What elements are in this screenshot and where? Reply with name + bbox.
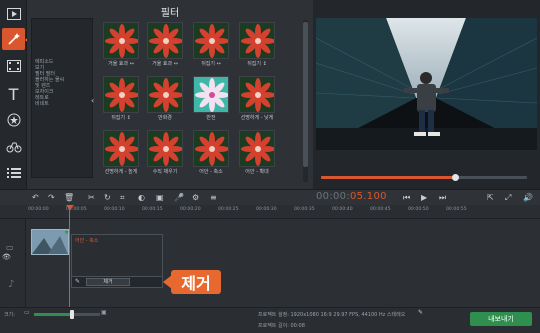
filter-thumbnail[interactable]	[239, 130, 275, 167]
zoom-label: 크기:	[4, 312, 15, 318]
ruler-tick-label: 00:00:40	[332, 207, 353, 212]
ruler-tick-label: 00:00:30	[256, 207, 277, 212]
filter-thumbnail-label: 반전	[206, 115, 216, 121]
undo-icon[interactable]: ↶	[32, 193, 39, 202]
crop-icon[interactable]: ⌗	[120, 193, 125, 203]
filter-thumbnail-label: 수직 채우기	[152, 169, 178, 175]
filter-thumbnail[interactable]	[193, 76, 229, 113]
filter-thumbnail-label: 뒤집기 ↕	[247, 61, 267, 67]
zoom-slider-knob[interactable]	[70, 310, 74, 319]
project-settings-text: 프로젝트 설정: 1920x1080 16:9 29.97 FPS, 44100…	[258, 312, 406, 318]
filter-thumbnail-label: 어안 - 확대	[245, 169, 269, 175]
zoom-slider[interactable]	[34, 313, 100, 316]
filter-thumbnail-label: 거울 효과 ↔	[152, 61, 178, 67]
ruler-tick-label: 00:00:10	[104, 207, 125, 212]
filter-scrollbar[interactable]	[303, 20, 308, 182]
remove-button[interactable]: 제거	[86, 278, 130, 286]
filter-thumbnail[interactable]	[103, 22, 139, 59]
microphone-icon[interactable]: 🎤	[174, 193, 184, 202]
remove-callout-pointer	[163, 275, 172, 289]
filter-thumbnail[interactable]	[147, 130, 183, 167]
playhead[interactable]	[69, 205, 70, 307]
film-icon[interactable]	[2, 55, 25, 77]
timecode-display: 00:00:05.100	[316, 191, 387, 202]
video-editor-window: T 필터 필터 에피소드 보기 필터 필터 블러하는 물씨 및 렌즈 모자이크 …	[0, 0, 540, 333]
video-track-icon[interactable]: ▭	[6, 243, 14, 252]
play-icon[interactable]: ▶	[421, 193, 427, 202]
ruler-tick-label: 00:00:00	[28, 207, 49, 212]
fullscreen-icon[interactable]: ⤢	[505, 193, 511, 203]
filter-thumbnail[interactable]	[193, 130, 229, 167]
filter-thumbnail[interactable]	[147, 22, 183, 59]
previous-frame-icon[interactable]: ⏮	[403, 193, 410, 203]
filter-thumbnail-label: 선명하게 - 높게	[104, 169, 138, 175]
filter-panel: 필터 에피소드 보기 필터 필터 블러하는 물씨 및 렌즈 모자이크 레트로 비…	[27, 0, 313, 189]
transition-icon[interactable]	[2, 136, 25, 158]
playhead-handle[interactable]	[66, 205, 74, 210]
category-item[interactable]: 비네트	[32, 101, 64, 107]
ruler-tick-label: 00:00:15	[142, 207, 163, 212]
rotate-icon[interactable]: ↻	[104, 193, 111, 202]
filter-thumbnail-label: 뒤집기 ↔	[201, 61, 221, 67]
filter-category-list[interactable]: 에피소드 보기 필터 필터 블러하는 물씨 및 렌즈 모자이크 레트로 비네트	[31, 18, 93, 178]
filter-thumbnail[interactable]	[103, 130, 139, 167]
ruler-tick-label: 00:00:20	[180, 207, 201, 212]
more-menu-icon[interactable]	[2, 162, 25, 184]
tool-sidebar: T	[0, 0, 27, 189]
filter-thumbnail-label: 만화경	[158, 115, 172, 121]
settings-gear-icon[interactable]: ⚙	[192, 193, 199, 202]
applied-filter-item[interactable]: 어안 - 축소	[75, 237, 98, 244]
filter-thumbnail-label: 거울 효과 ↔	[108, 61, 134, 67]
ruler-tick-label: 00:00:35	[294, 207, 315, 212]
ruler-tick-label: 00:00:25	[218, 207, 239, 212]
zoom-out-icon[interactable]: ▭	[24, 309, 30, 316]
ruler-tick-label: 00:00:50	[408, 207, 429, 212]
collapse-chevron-icon[interactable]: ‹	[91, 96, 94, 105]
redo-icon[interactable]: ↷	[48, 193, 55, 202]
filter-thumbnail[interactable]	[239, 76, 275, 113]
timeline-ruler[interactable]: 00:00:00 00:00:05 00:00:10 00:00:15 00:00:20…	[0, 205, 540, 219]
project-length-text: 프로젝트 길이: 00:08	[258, 323, 305, 329]
popout-icon[interactable]: ⇱	[487, 193, 494, 202]
media-icon[interactable]	[2, 3, 25, 25]
remove-callout: 제거	[171, 270, 221, 294]
delete-icon[interactable]: 🗑	[64, 193, 74, 202]
volume-icon[interactable]: 🔊	[523, 193, 533, 202]
timeline-toolbar: ↶ ↷ 🗑 ✂ ↻ ⌗ ◐ ▣ 🎤 ⚙ ≡ ⏮ ▶ ⏭ ⇱ ⤢ 🔊	[0, 189, 540, 205]
music-note-icon[interactable]: ♪	[8, 279, 14, 290]
filter-thumbnail-label: 어안 - 축소	[199, 169, 223, 175]
playback-progress-bar[interactable]	[321, 174, 527, 181]
sticker-star-icon[interactable]	[2, 109, 25, 131]
video-preview[interactable]	[316, 18, 537, 150]
filter-thumbnail[interactable]	[147, 76, 183, 113]
panel-title: 필터	[160, 8, 180, 19]
cut-icon[interactable]: ✂	[88, 193, 95, 202]
image-icon[interactable]: ▣	[156, 193, 164, 202]
track-controls: ▭ 👁 ♪	[0, 219, 26, 307]
ruler-tick-label: 00:00:45	[370, 207, 391, 212]
text-icon[interactable]: T	[2, 83, 25, 105]
progress-knob[interactable]	[451, 174, 459, 181]
edit-settings-pencil-icon[interactable]: ✎	[418, 309, 423, 316]
audio-levels-icon[interactable]: ≡	[210, 193, 217, 202]
filter-thumbnail-label: 뒤집기 ↕	[111, 115, 131, 121]
color-adjust-icon[interactable]: ◐	[138, 193, 145, 202]
zoom-in-icon[interactable]: ▣	[101, 309, 107, 316]
filter-thumbnail-label: 선명하게 - 낮게	[240, 115, 274, 121]
filter-wand-icon[interactable]	[2, 28, 25, 50]
preview-panel	[313, 0, 540, 189]
filter-thumbnail[interactable]	[103, 76, 139, 113]
filter-thumbnail[interactable]	[239, 22, 275, 59]
next-frame-icon[interactable]: ⏭	[439, 193, 446, 203]
wand-icon: ✎	[75, 278, 81, 285]
eye-icon[interactable]: 👁	[2, 253, 11, 261]
filter-thumbnail[interactable]	[193, 22, 229, 59]
export-button[interactable]: 내보내기	[470, 312, 532, 326]
ruler-tick-label: 00:00:55	[446, 207, 467, 212]
